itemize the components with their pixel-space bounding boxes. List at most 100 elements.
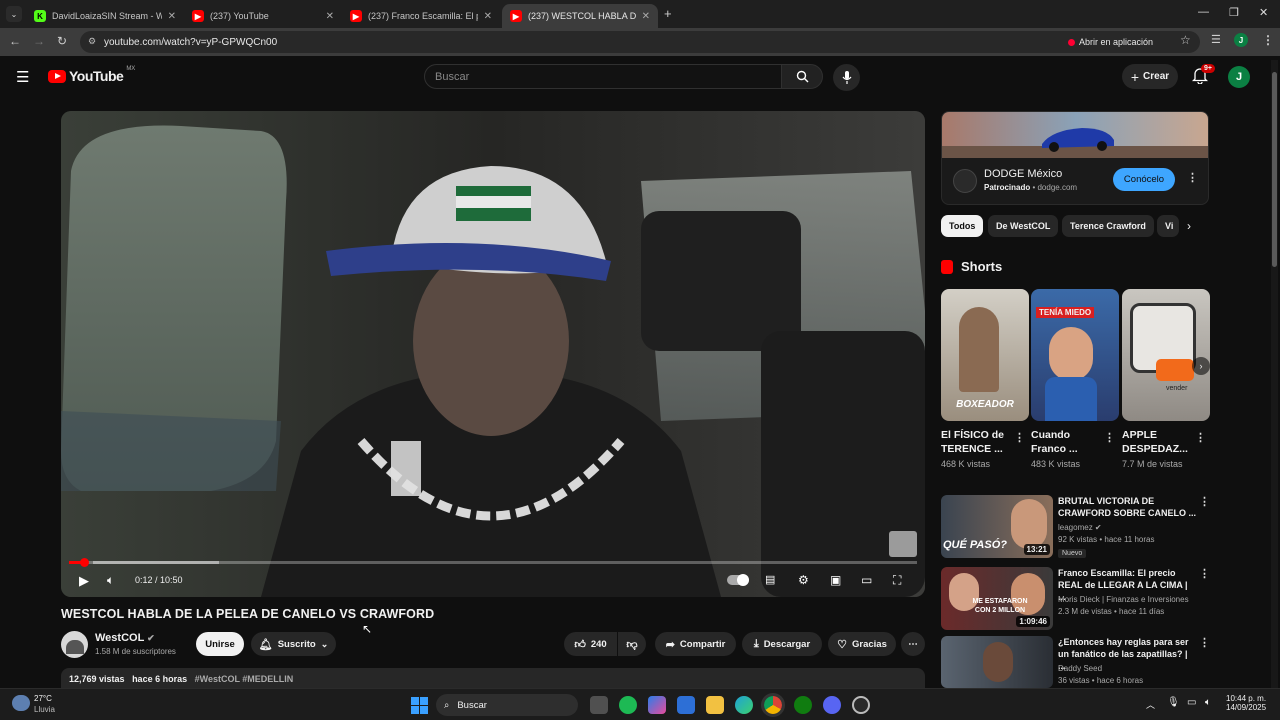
subscribed-button[interactable]: 🔔︎ Suscrito ⌄ bbox=[251, 632, 336, 656]
close-window-icon[interactable]: ✕ bbox=[1259, 6, 1268, 19]
short-item[interactable]: BOXEADOR El FÍSICO de TERENCE ... 468 K … bbox=[941, 289, 1029, 469]
close-icon[interactable]: ✕ bbox=[642, 11, 650, 22]
subtitles-icon[interactable]: ▤ bbox=[765, 573, 775, 586]
address-bar[interactable]: ⚙ youtube.com/watch?v=yP-GPWQCn00 bbox=[80, 31, 1200, 53]
file-explorer-icon[interactable] bbox=[706, 696, 724, 714]
close-icon[interactable]: ✕ bbox=[168, 11, 176, 22]
chip-partial[interactable]: Vi bbox=[1157, 215, 1179, 237]
buffered-bar bbox=[93, 561, 219, 564]
xbox-icon[interactable] bbox=[794, 696, 812, 714]
network-icon[interactable]: ▭ bbox=[1187, 697, 1196, 708]
upload-time: hace 6 horas bbox=[132, 674, 188, 684]
chip-all[interactable]: Todos bbox=[941, 215, 984, 237]
copilot-icon[interactable] bbox=[648, 696, 666, 714]
related-video[interactable]: ME ESTAFARON CON 2 MILLON 1:09:46 Franco… bbox=[941, 567, 1210, 631]
like-button[interactable]: 👍︎ 240 bbox=[564, 632, 617, 656]
task-view-icon[interactable] bbox=[590, 696, 608, 714]
restore-icon[interactable]: ❐ bbox=[1229, 6, 1239, 19]
media-control-icon[interactable]: ☰ bbox=[1211, 33, 1221, 46]
tab-youtube-home[interactable]: ▶ (237) YouTube ✕ bbox=[184, 4, 342, 28]
short-menu-icon[interactable]: ⋮ bbox=[1195, 431, 1206, 444]
play-icon[interactable]: ▶ bbox=[79, 573, 89, 589]
forward-icon[interactable]: → bbox=[33, 34, 45, 48]
open-in-app-button[interactable]: Abrir en aplicación bbox=[1068, 34, 1153, 50]
dislike-button[interactable]: 👎︎ bbox=[618, 632, 646, 656]
ad-menu-icon[interactable]: ⋮ bbox=[1187, 171, 1198, 184]
page-scrollbar[interactable] bbox=[1271, 60, 1278, 688]
search-input[interactable]: Buscar bbox=[424, 64, 782, 89]
reload-icon[interactable]: ↻ bbox=[57, 34, 67, 48]
bookmark-star-icon[interactable]: ☆ bbox=[1180, 33, 1191, 47]
chip-westcol[interactable]: De WestCOL bbox=[988, 215, 1059, 237]
tab-title: (237) WESTCOL HABLA DE LA P bbox=[528, 11, 636, 21]
tab-search-button[interactable]: ⌄ bbox=[6, 6, 22, 22]
notifications-button[interactable]: 9+ bbox=[1191, 64, 1215, 89]
video-player[interactable]: ▶ 🔈︎ 0:12 / 10:50 ▤ ⚙ ▣ ▭ ⛶ bbox=[61, 111, 925, 597]
weather-icon[interactable] bbox=[12, 695, 30, 711]
progress-bar[interactable] bbox=[69, 558, 917, 567]
volume-icon[interactable]: 🔈︎ bbox=[107, 573, 114, 588]
minimize-icon[interactable]: — bbox=[1198, 6, 1209, 18]
volume-tray-icon[interactable]: 🔈︎ bbox=[1205, 697, 1211, 708]
thumb-orange bbox=[1156, 359, 1194, 381]
short-item[interactable]: vender › APPLE DESPEDAZ... 7.7 M de vist… bbox=[1122, 289, 1210, 469]
autoplay-toggle[interactable] bbox=[727, 574, 749, 586]
back-icon[interactable]: ← bbox=[9, 34, 21, 48]
hamburger-menu-icon[interactable]: ☰ bbox=[16, 68, 29, 86]
tab-franco[interactable]: ▶ (237) Franco Escamilla: El precio ✕ bbox=[342, 4, 500, 28]
chrome-icon[interactable] bbox=[761, 693, 785, 717]
channel-avatar[interactable] bbox=[61, 631, 88, 658]
store-icon[interactable] bbox=[677, 696, 695, 714]
edge-icon[interactable] bbox=[735, 696, 753, 714]
related-menu-icon[interactable]: ⋮ bbox=[1199, 567, 1210, 580]
thanks-button[interactable]: ♡ Gracias bbox=[828, 632, 896, 656]
search-button[interactable] bbox=[781, 64, 823, 89]
settings-gear-icon[interactable]: ⚙ bbox=[798, 573, 809, 587]
microphone-tray-icon[interactable]: 🎙︎ bbox=[1167, 697, 1180, 708]
sponsored-ad[interactable]: DODGE México Patrocinado • dodge.com Con… bbox=[941, 111, 1209, 205]
tab-westcol[interactable]: ▶ (237) WESTCOL HABLA DE LA P ✕ bbox=[502, 4, 658, 28]
share-button[interactable]: ➦ Compartir bbox=[655, 632, 736, 656]
new-tab-button[interactable]: + bbox=[664, 6, 672, 21]
chip-terence-crawford[interactable]: Terence Crawford bbox=[1062, 215, 1154, 237]
weather-desc: Lluvia bbox=[34, 705, 55, 714]
close-icon[interactable]: ✕ bbox=[326, 11, 334, 22]
shorts-next-button[interactable]: › bbox=[1192, 357, 1210, 375]
chevron-right-icon[interactable]: › bbox=[1187, 219, 1191, 233]
short-title: APPLE DESPEDAZ... bbox=[1122, 429, 1188, 455]
create-button[interactable]: + Crear bbox=[1122, 64, 1178, 89]
short-item[interactable]: TENÍA MIEDO Cuando Franco ... 483 K vist… bbox=[1031, 289, 1119, 469]
scrollbar-thumb[interactable] bbox=[1272, 72, 1277, 267]
related-menu-icon[interactable]: ⋮ bbox=[1199, 495, 1210, 508]
close-icon[interactable]: ✕ bbox=[484, 11, 492, 22]
profile-avatar[interactable]: J bbox=[1234, 33, 1248, 47]
progress-scrubber[interactable] bbox=[80, 558, 90, 567]
account-avatar[interactable]: J bbox=[1228, 66, 1250, 88]
related-video[interactable]: QUÉ PASÓ? 13:21 BRUTAL VICTORIA DE CRAWF… bbox=[941, 495, 1210, 559]
join-button[interactable]: Unirse bbox=[196, 632, 244, 656]
short-menu-icon[interactable]: ⋮ bbox=[1014, 431, 1025, 444]
hashtags[interactable]: #WestCOL #MEDELLIN bbox=[195, 674, 294, 684]
miniplayer-icon[interactable]: ▣ bbox=[830, 573, 841, 587]
theater-mode-icon[interactable]: ▭ bbox=[861, 573, 872, 587]
steam-icon[interactable] bbox=[852, 696, 870, 714]
ad-cta-button[interactable]: Conócelo bbox=[1113, 168, 1175, 191]
short-menu-icon[interactable]: ⋮ bbox=[1104, 431, 1115, 444]
tray-chevron-up-icon[interactable]: ︿ bbox=[1146, 698, 1155, 711]
channel-name[interactable]: WestCOL ✔ bbox=[95, 632, 155, 644]
windows-start-icon[interactable] bbox=[410, 696, 428, 714]
youtube-logo[interactable]: YouTube MX bbox=[48, 66, 135, 84]
menu-dots-icon[interactable]: ⋮ bbox=[1262, 33, 1274, 47]
spotify-icon[interactable] bbox=[619, 696, 637, 714]
more-actions-button[interactable]: ⋯ bbox=[901, 632, 925, 656]
related-menu-icon[interactable]: ⋮ bbox=[1199, 636, 1210, 649]
shorts-logo-icon bbox=[941, 259, 953, 274]
taskbar-clock[interactable]: 10:44 p. m. 14/09/2025 bbox=[1226, 694, 1266, 712]
discord-icon[interactable] bbox=[823, 696, 841, 714]
site-info-icon[interactable]: ⚙ bbox=[88, 36, 96, 47]
taskbar-search[interactable]: ⌕ Buscar bbox=[436, 694, 578, 716]
voice-search-button[interactable] bbox=[833, 64, 860, 91]
fullscreen-icon[interactable]: ⛶ bbox=[893, 573, 901, 588]
tab-kick[interactable]: K DavidLoaizaSIN Stream - Watc ✕ bbox=[26, 4, 184, 28]
download-button[interactable]: ⤓ Descargar bbox=[742, 632, 822, 656]
